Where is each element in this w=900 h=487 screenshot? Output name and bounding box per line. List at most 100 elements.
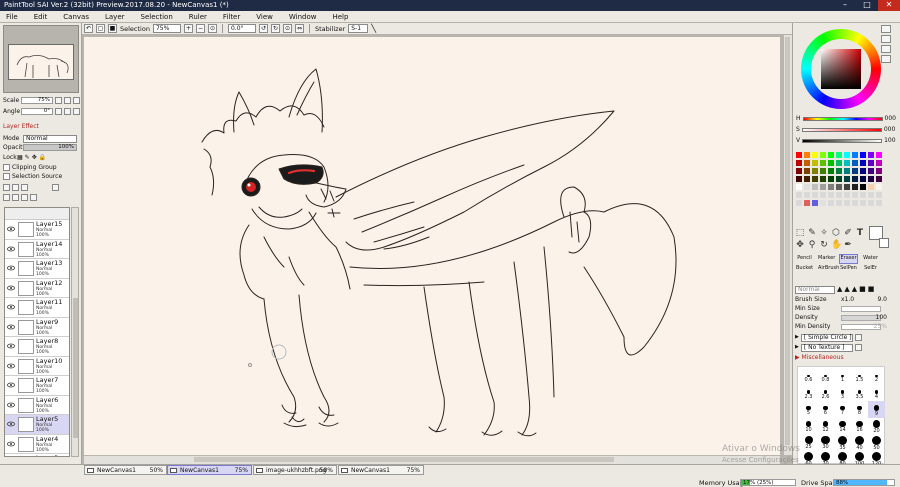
layer-list-scrollbar[interactable] [71, 207, 79, 457]
zoom-out-icon[interactable]: − [195, 24, 205, 33]
palette-swatch[interactable] [819, 191, 827, 199]
visibility-eye-icon[interactable] [7, 342, 15, 350]
tip-square-icon[interactable]: ■ [859, 285, 866, 294]
palette-swatch[interactable] [819, 183, 827, 191]
min-size-slider[interactable] [841, 306, 881, 312]
zoom-in-icon[interactable]: + [183, 24, 193, 33]
clear-layer-icon[interactable] [21, 194, 28, 201]
deselect-icon[interactable]: ▢ [96, 24, 105, 33]
brush-size-preset[interactable]: 0.8 [817, 369, 834, 386]
palette-swatch[interactable] [795, 159, 803, 167]
brush-size-preset[interactable]: 4 [868, 385, 885, 402]
visibility-eye-icon[interactable] [7, 381, 15, 389]
scale-minus-button[interactable] [55, 97, 62, 104]
rotate-icon[interactable]: ↻ [819, 240, 829, 250]
palette-swatch[interactable] [795, 183, 803, 191]
palette-swatch[interactable] [795, 167, 803, 175]
palette-swatch[interactable] [859, 151, 867, 159]
undo-icon[interactable]: ↶ [84, 24, 93, 33]
menu-selection[interactable]: Selection [133, 11, 181, 22]
layer-list[interactable]: Layer15 Normal 100% Layer14 Normal 100% Layer1… [4, 207, 70, 457]
palette-swatch[interactable] [859, 199, 867, 207]
brush-size-preset[interactable]: 5 [800, 401, 817, 418]
palette-swatch[interactable] [803, 199, 811, 207]
brush-shape-toggle[interactable] [854, 334, 862, 341]
layer-item[interactable]: Layer5 Normal 100% [5, 415, 69, 435]
palette-swatch[interactable] [811, 183, 819, 191]
palette-swatch[interactable] [835, 167, 843, 175]
palette-swatch[interactable] [843, 159, 851, 167]
palette-swatch[interactable] [867, 159, 875, 167]
brush-size-preset[interactable]: 2 [868, 369, 885, 386]
secondary-color-swatch[interactable] [879, 238, 889, 248]
selection-source-checkbox[interactable] [3, 173, 10, 180]
stabilizer-select[interactable]: S-1 [348, 24, 369, 33]
angle-plus-button[interactable] [64, 108, 71, 115]
brush-size-preset[interactable]: 50 [868, 433, 885, 451]
lock-all-icon[interactable]: 🔒 [39, 153, 46, 162]
palette-swatch[interactable] [827, 167, 835, 175]
rotate-right-icon[interactable]: ↻ [270, 24, 280, 33]
menu-canvas[interactable]: Canvas [55, 11, 97, 22]
zoom-icon[interactable]: ⚲ [807, 240, 817, 250]
palette-swatch[interactable] [819, 175, 827, 183]
close-button[interactable]: ✕ [878, 0, 900, 11]
rect-select-icon[interactable]: ⬚ [795, 228, 805, 238]
palette-swatch[interactable] [843, 151, 851, 159]
palette-swatch[interactable] [875, 159, 883, 167]
move-icon[interactable]: ✥ [795, 240, 805, 250]
palette-swatch[interactable] [875, 175, 883, 183]
scale-slider[interactable]: 75% [21, 97, 53, 104]
hand-icon[interactable]: ✋ [831, 240, 842, 250]
flip-icon[interactable]: ⇔ [294, 24, 304, 33]
eyedropper-icon[interactable]: ✒ [843, 240, 853, 250]
palette-swatch[interactable] [819, 151, 827, 159]
brush-tool-pencil[interactable]: Pencil [795, 254, 814, 264]
minimize-button[interactable]: – [834, 0, 856, 11]
tip-round-icon[interactable]: ■ [868, 285, 875, 294]
new-linework-layer-icon[interactable] [12, 184, 19, 191]
layer-item[interactable]: Layer4 Normal 100% [5, 434, 69, 454]
palette-swatch[interactable] [803, 167, 811, 175]
pen-icon[interactable]: ✐ [843, 228, 853, 238]
palette-swatch[interactable] [795, 151, 803, 159]
value-slider[interactable] [802, 138, 883, 143]
palette-swatch[interactable] [875, 191, 883, 199]
canvas-horizontal-scrollbar[interactable] [84, 456, 780, 464]
palette-swatch[interactable] [851, 151, 859, 159]
brush-size-multiplier[interactable]: x1.0 [841, 296, 854, 304]
magic-wand-icon[interactable]: ✧ [819, 228, 829, 238]
zoom-select[interactable]: 75% [152, 24, 181, 33]
visibility-eye-icon[interactable] [7, 225, 15, 233]
brush-size-preset[interactable]: 1 [834, 369, 851, 386]
brush-texture-toggle[interactable] [854, 344, 862, 351]
canvas-tab[interactable]: NewCanvas1 50% [84, 465, 167, 475]
brush-size-preset[interactable]: 9 [868, 401, 885, 418]
brush-texture-select[interactable]: [ No Texture ] [800, 343, 853, 352]
palette-swatch[interactable] [795, 199, 803, 207]
brush-tool-seler[interactable]: SelEr [861, 264, 880, 274]
scale-reset-button[interactable] [73, 97, 80, 104]
palette-swatch[interactable] [867, 191, 875, 199]
brush-size-preset[interactable]: 1.5 [851, 369, 868, 386]
palette-swatch[interactable] [827, 183, 835, 191]
palette-swatch[interactable] [819, 159, 827, 167]
palette-swatch[interactable] [835, 159, 843, 167]
palette-swatch[interactable] [859, 191, 867, 199]
visibility-eye-icon[interactable] [7, 264, 15, 272]
palette-swatch[interactable] [875, 151, 883, 159]
color-wheel-mode-icon[interactable] [881, 25, 891, 33]
palette-swatch[interactable] [843, 175, 851, 183]
drawing-canvas[interactable] [84, 37, 780, 455]
brush-size-preset[interactable]: 8 [851, 401, 868, 418]
palette-swatch[interactable] [835, 183, 843, 191]
palette-swatch[interactable] [827, 175, 835, 183]
palette-swatch[interactable] [803, 183, 811, 191]
angle-reset-button[interactable] [73, 108, 80, 115]
brush-blend-select[interactable]: Normal [795, 285, 835, 294]
line-tool-icon[interactable]: ╲ [371, 24, 376, 33]
palette-swatch[interactable] [859, 175, 867, 183]
palette-swatch[interactable] [859, 159, 867, 167]
layer-item[interactable]: Layer15 Normal 100% [5, 220, 69, 240]
lasso-icon[interactable]: ✎ [807, 228, 817, 238]
